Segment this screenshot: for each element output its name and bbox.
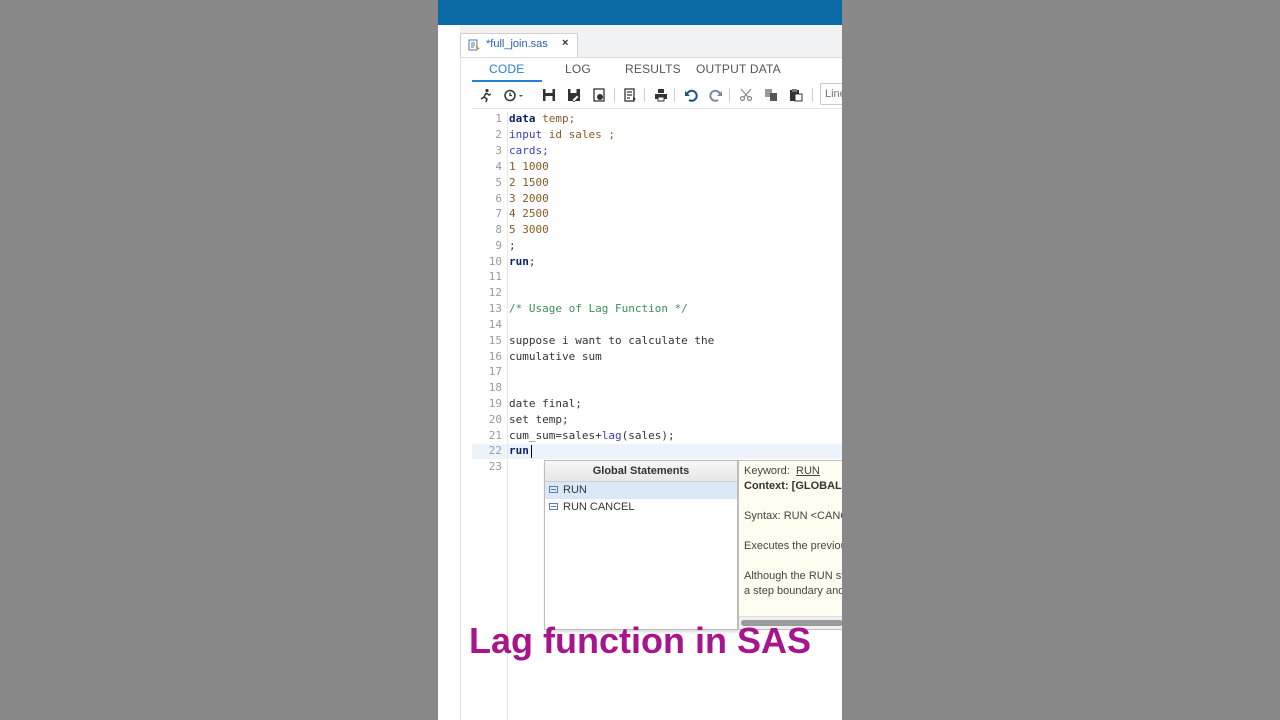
code-line: 5 3000	[509, 223, 549, 236]
line-number: 12	[488, 286, 502, 299]
line-number: 22	[488, 444, 502, 457]
code-keyword: data	[509, 112, 536, 125]
toolbar-divider	[674, 88, 675, 102]
code-line: cumulative sum	[509, 350, 602, 363]
left-navigation-strip	[438, 25, 461, 720]
code-text: ;	[528, 255, 536, 268]
help-description: Executes the previously en	[744, 540, 842, 552]
line-number: 16	[488, 350, 502, 363]
toolbar-divider	[729, 88, 730, 102]
undo-icon[interactable]	[682, 86, 700, 104]
line-number: 10	[488, 255, 502, 268]
help-context: Context: [GLOBAL STATEM	[744, 480, 842, 492]
app-top-bar	[438, 0, 842, 25]
statement-icon	[549, 503, 558, 510]
line-number: 15	[488, 334, 502, 347]
help-description: Although the RUN stateme	[744, 570, 842, 582]
code-line: suppose i want to calculate the	[509, 334, 715, 347]
code-line-current: run	[509, 444, 529, 457]
code-line: run;	[509, 255, 536, 268]
save-icon[interactable]	[540, 86, 558, 104]
toolbar-divider	[614, 88, 615, 102]
history-icon[interactable]	[502, 86, 526, 104]
editor-tabs: CODE LOG RESULTS OUTPUT DATA	[472, 58, 842, 82]
sas-studio-window: *full_join.sas × CODE LOG RESULTS OUTPUT…	[438, 0, 842, 720]
line-number: 4	[495, 160, 502, 173]
file-tab[interactable]: *full_join.sas ×	[460, 33, 578, 57]
line-number: 2	[495, 128, 502, 141]
tab-output-data[interactable]: OUTPUT DATA	[696, 62, 781, 76]
copy-icon[interactable]	[762, 86, 780, 104]
code-function: lag	[601, 429, 622, 442]
line-number: 9	[495, 239, 502, 252]
code-line: 1 1000	[509, 160, 549, 173]
code-text: id sales ;	[542, 128, 615, 141]
code-line: set temp;	[509, 413, 569, 426]
line-number: 19	[488, 397, 502, 410]
autocomplete-item-label: RUN	[563, 484, 587, 496]
code-line: 3 2000	[509, 192, 549, 205]
line-number: 23	[488, 460, 502, 473]
help-keyword-label: Keyword:	[744, 465, 790, 477]
autocomplete-header: Global Statements	[545, 461, 737, 482]
save-program-icon[interactable]	[590, 86, 608, 104]
video-caption: Lag function in SAS	[469, 620, 811, 661]
redo-icon[interactable]	[707, 86, 725, 104]
line-number: 20	[488, 413, 502, 426]
help-description: a step boundary and can n	[744, 585, 842, 597]
run-icon[interactable]	[476, 86, 494, 104]
code-text: cum_sum=sales+	[509, 429, 602, 442]
tab-log[interactable]: LOG	[565, 62, 591, 76]
keyword-help-panel: Keyword: RUN Context: [GLOBAL STATEM Syn…	[738, 460, 842, 630]
line-number: 7	[495, 207, 502, 220]
line-number: 13	[488, 302, 502, 315]
code-keyword: input	[509, 128, 543, 141]
autocomplete-item-label: RUN CANCEL	[563, 501, 635, 513]
code-text: (sales);	[621, 429, 675, 442]
line-number: 1	[495, 112, 502, 125]
line-number: 21	[488, 429, 502, 442]
toolbar-divider	[812, 88, 813, 102]
print-icon[interactable]	[652, 86, 670, 104]
tab-results[interactable]: RESULTS	[625, 62, 681, 76]
editor-toolbar	[472, 82, 842, 109]
help-keyword-link[interactable]: RUN	[796, 465, 820, 477]
code-line: date final;	[509, 397, 582, 410]
autocomplete-list: Global Statements RUN RUN CANCEL	[544, 460, 738, 630]
line-number: 17	[488, 365, 502, 378]
toolbar-divider	[644, 88, 645, 102]
format-icon[interactable]	[621, 86, 639, 104]
code-line: ;	[509, 239, 516, 252]
code-line: 4 2500	[509, 207, 549, 220]
autocomplete-item-run[interactable]: RUN	[545, 482, 737, 499]
code-line: data temp;	[509, 112, 575, 125]
close-tab-icon[interactable]: ×	[562, 37, 568, 49]
line-number: 11	[488, 270, 502, 283]
code-line: cum_sum=sales+lag(sales);	[509, 429, 675, 442]
code-line: 2 1500	[509, 176, 549, 189]
line-number: 5	[495, 176, 502, 189]
go-to-line-input[interactable]	[820, 83, 842, 105]
code-keyword: run	[509, 255, 529, 268]
text-cursor	[531, 445, 532, 458]
cut-icon[interactable]	[737, 86, 755, 104]
statement-icon	[549, 486, 558, 493]
line-number: 3	[495, 144, 502, 157]
paste-icon[interactable]	[787, 86, 805, 104]
code-line: cards;	[509, 144, 549, 157]
line-number: 8	[495, 223, 502, 236]
code-text: temp;	[535, 112, 576, 125]
line-number: 18	[488, 381, 502, 394]
code-line: input id sales ;	[509, 128, 615, 141]
line-number: 6	[495, 192, 502, 205]
sas-program-icon	[468, 39, 480, 51]
help-syntax: Syntax: RUN <CANCEL>;	[744, 510, 842, 522]
autocomplete-item-run-cancel[interactable]: RUN CANCEL	[545, 499, 737, 516]
file-tab-row: *full_join.sas ×	[460, 25, 842, 58]
file-tab-label: *full_join.sas	[486, 38, 548, 50]
tab-code[interactable]: CODE	[489, 62, 524, 76]
code-comment: /* Usage of Lag Function */	[509, 302, 688, 315]
save-as-icon[interactable]	[565, 86, 583, 104]
line-number: 14	[488, 318, 502, 331]
